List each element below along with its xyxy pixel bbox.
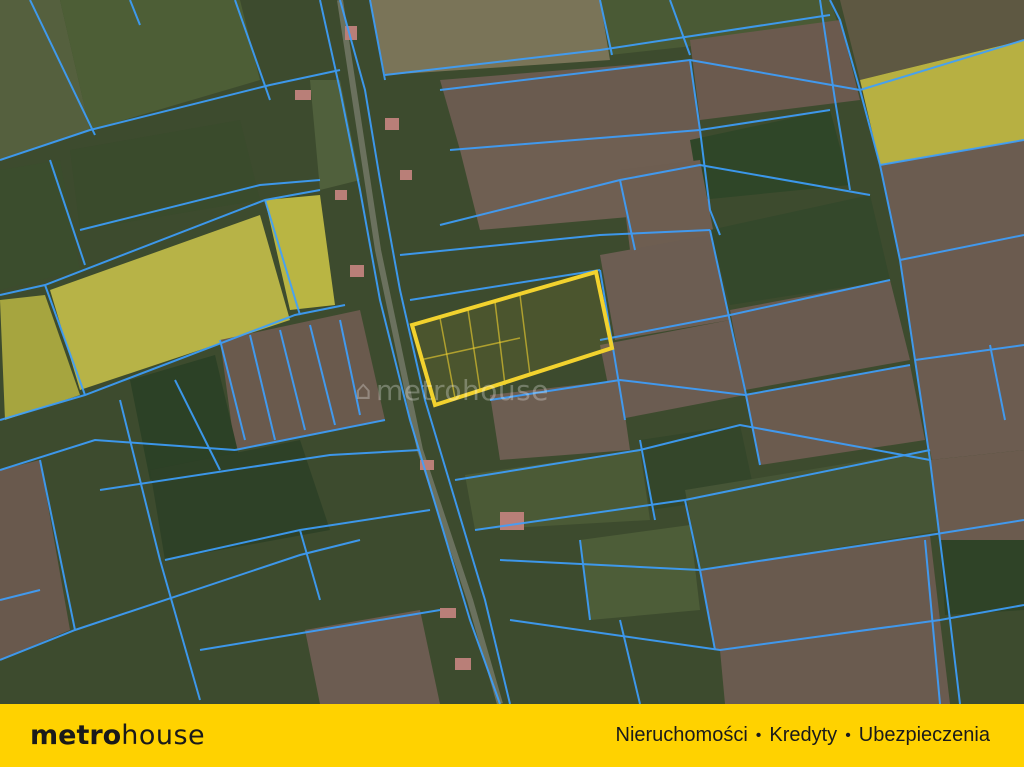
logo-bold-text: metro — [30, 720, 122, 751]
tagline-separator: • — [755, 726, 762, 744]
cadastral-map — [0, 0, 1024, 704]
aerial-map-view[interactable]: ⌂ metrohouse — [0, 0, 1024, 704]
tagline-item-loans: Kredyty — [769, 724, 838, 746]
brand-watermark: ⌂ metrohouse — [355, 374, 549, 407]
services-tagline: Nieruchomości • Kredyty • Ubezpieczenia — [616, 724, 991, 747]
tagline-separator: • — [845, 726, 851, 744]
tagline-item-insurance: Ubezpieczenia — [858, 724, 990, 746]
tagline-item-real-estate: Nieruchomości — [615, 724, 748, 746]
watermark-text: metrohouse — [376, 374, 549, 407]
house-icon: ⌂ — [355, 375, 373, 406]
brand-footer: metro house Nieruchomości • Kredyty • Ube… — [0, 704, 1024, 767]
logo-light-text: house — [121, 720, 206, 751]
metrohouse-logo[interactable]: metro house — [30, 720, 205, 751]
